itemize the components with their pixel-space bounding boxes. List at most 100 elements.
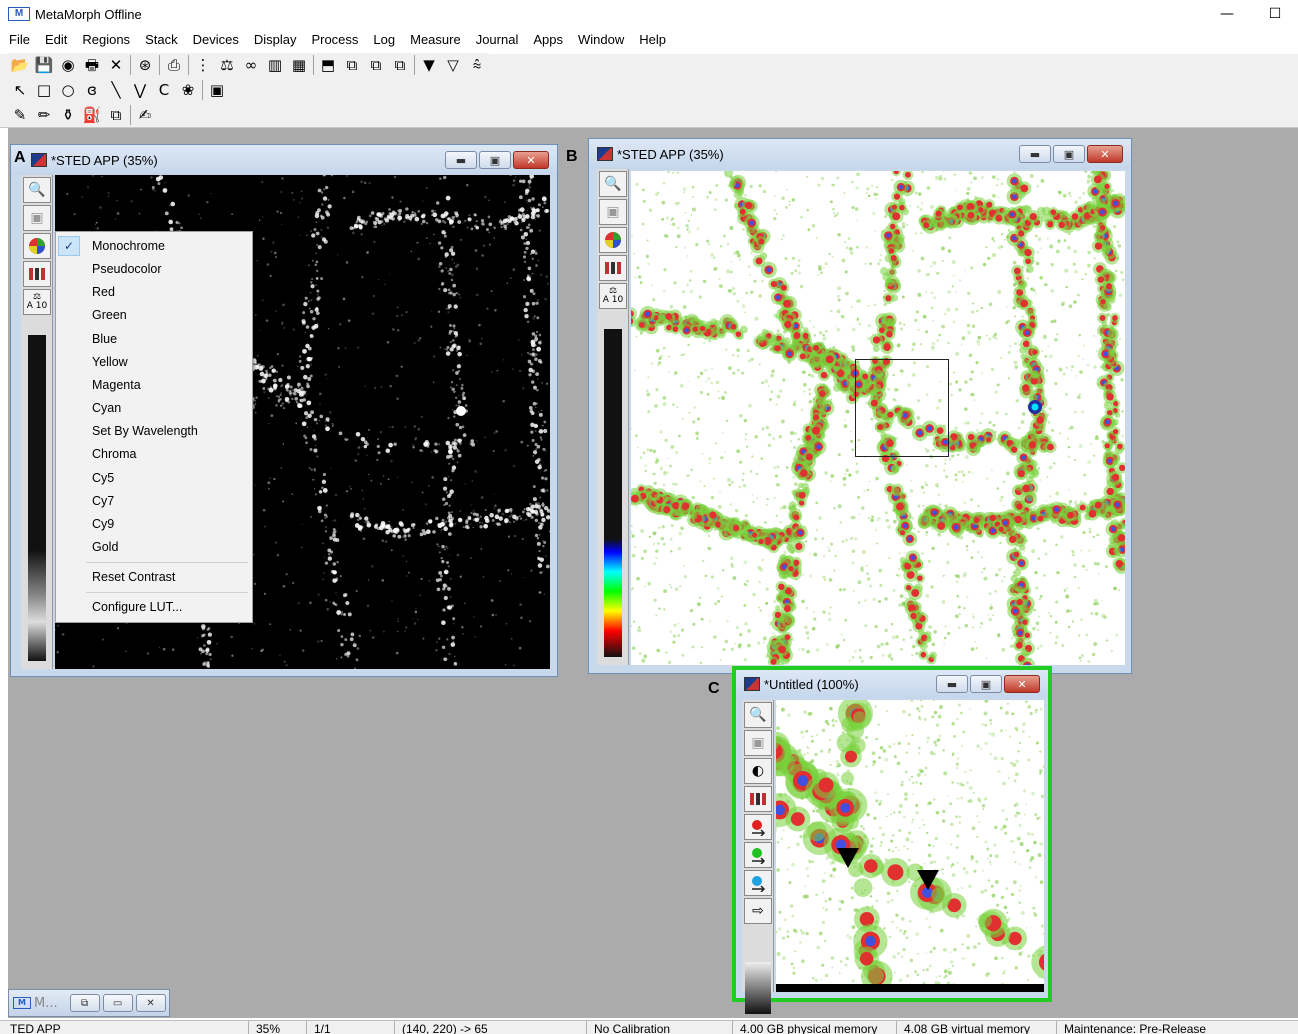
roi-rectangle[interactable] [855, 359, 949, 457]
menu-journal[interactable]: Journal [468, 30, 526, 50]
rectangle-tool-icon[interactable]: □ [32, 79, 56, 101]
histogram-icon[interactable]: ▥ [263, 54, 287, 76]
blue-channel-icon[interactable] [744, 870, 772, 896]
menu-measure[interactable]: Measure [402, 30, 468, 50]
region-color-icon[interactable]: ▣ [205, 79, 229, 101]
lut-bars-icon[interactable] [23, 261, 51, 287]
multi-3-icon[interactable]: ⧉ [388, 54, 412, 76]
menu-help[interactable]: Help [631, 30, 673, 50]
lut-menu-item-cy5[interactable]: Cy5 [56, 467, 252, 489]
minimized-restore-button[interactable]: ⧉ [69, 994, 100, 1012]
line-tool-icon[interactable]: ╲ [104, 79, 128, 101]
minimized-maximize-button[interactable]: ▭ [102, 994, 133, 1012]
menu-apps[interactable]: Apps [525, 30, 570, 50]
scale-icon[interactable]: ⚖ [215, 54, 239, 76]
window-b-titlebar[interactable]: *STED APP (35%) ▬ ▣ ✕ [589, 139, 1131, 169]
lut-scale-bar[interactable] [604, 329, 622, 657]
arrow-select-icon[interactable]: ↖ [8, 79, 32, 101]
window-a-restore-button[interactable]: ▣ [479, 151, 511, 169]
print-icon[interactable]: 🖶 [80, 54, 104, 76]
dropper-icon[interactable]: ⚱ [56, 104, 80, 126]
green-channel-icon[interactable] [744, 842, 772, 868]
menu-regions[interactable]: Regions [74, 30, 137, 50]
lut-menu-item-cy7[interactable]: Cy7 [56, 490, 252, 512]
fill-icon[interactable]: ⛽ [80, 104, 104, 126]
lut-bars-icon[interactable] [599, 255, 627, 281]
menu-stack[interactable]: Stack [137, 30, 185, 50]
window-c-restore-button[interactable]: ▣ [970, 675, 1002, 693]
zoom-icon[interactable]: 🔍 [744, 702, 772, 728]
auto-scale-button[interactable]: ⚖ A 10 [23, 289, 51, 315]
window-b-minimize-button[interactable]: ▬ [1019, 145, 1051, 163]
zoom-icon[interactable]: 🔍 [599, 171, 627, 197]
stack-icon[interactable]: ⋮ [191, 54, 215, 76]
arrange-2-icon[interactable]: ▽ [441, 54, 465, 76]
lut-scale-bar[interactable] [28, 335, 46, 661]
ellipse-tool-icon[interactable]: ○ [56, 79, 80, 101]
arc-tool-icon[interactable]: C [152, 79, 176, 101]
color-wheel-icon[interactable] [599, 227, 627, 253]
lut-menu-item-gold[interactable]: Gold [56, 536, 252, 558]
scroll-strip[interactable] [776, 984, 1044, 992]
image-b-pseudocolor[interactable] [631, 171, 1125, 665]
overlay-icon[interactable]: ▦ [287, 54, 311, 76]
target-icon[interactable]: ⊛ [133, 54, 157, 76]
save-icon[interactable]: 💾 [32, 54, 56, 76]
copy-icon[interactable]: ▣ [599, 199, 627, 225]
multi-1-icon[interactable]: ⧉ [340, 54, 364, 76]
menu-process[interactable]: Process [303, 30, 365, 50]
lut-menu-item-set-by-wavelength[interactable]: Set By Wavelength [56, 420, 252, 442]
lut-menu-item-cyan[interactable]: Cyan [56, 397, 252, 419]
close-x-icon[interactable]: ✕ [104, 54, 128, 76]
menu-window[interactable]: Window [570, 30, 631, 50]
color-wheel-icon[interactable] [23, 233, 51, 259]
lut-menu-item-pseudocolor[interactable]: Pseudocolor [56, 258, 252, 280]
lut-menu-item-chroma[interactable]: Chroma [56, 443, 252, 465]
lut-scale-bar[interactable] [745, 962, 771, 1014]
zoom-icon[interactable]: 🔍 [23, 177, 51, 203]
window-a-close-button[interactable]: ✕ [513, 151, 549, 169]
menu-file[interactable]: File [0, 30, 37, 50]
window-a-minimize-button[interactable]: ▬ [445, 151, 477, 169]
red-channel-icon[interactable] [744, 814, 772, 840]
reset-contrast-menu-item[interactable]: Reset Contrast [56, 566, 252, 588]
window-a-titlebar[interactable]: *STED APP (35%) ▬ ▣ ✕ [11, 145, 557, 175]
arrange-1-icon[interactable]: ▼ [417, 54, 441, 76]
multi-region-icon[interactable]: ❀ [176, 79, 200, 101]
pencil-yellow-icon[interactable]: ✏ [32, 104, 56, 126]
minimized-close-button[interactable]: ✕ [135, 994, 166, 1012]
menu-devices[interactable]: Devices [185, 30, 246, 50]
copy-region-icon[interactable]: ⧉ [104, 104, 128, 126]
menu-log[interactable]: Log [365, 30, 402, 50]
camera-icon[interactable]: ⎙ [162, 54, 186, 76]
lut-menu-item-magenta[interactable]: Magenta [56, 374, 252, 396]
contrast-icon[interactable]: ◐ [744, 758, 772, 784]
polyline-tool-icon[interactable]: ⋁ [128, 79, 152, 101]
multi-2-icon[interactable]: ⧉ [364, 54, 388, 76]
binoculars-icon[interactable]: ∞ [239, 54, 263, 76]
open-folder-icon[interactable]: 📂 [8, 54, 32, 76]
window-c-titlebar[interactable]: *Untitled (100%) ▬ ▣ ✕ [736, 670, 1048, 698]
image-c-zoom[interactable] [776, 700, 1044, 992]
lut-menu-item-monochrome[interactable]: ✓ Monochrome [56, 235, 252, 257]
pencil-icon[interactable]: ✎ [8, 104, 32, 126]
lut-bars-icon[interactable] [744, 786, 772, 812]
window-b-restore-button[interactable]: ▣ [1053, 145, 1085, 163]
menu-edit[interactable]: Edit [37, 30, 74, 50]
window-c-close-button[interactable]: ✕ [1004, 675, 1040, 693]
copy-icon[interactable]: ▣ [744, 730, 772, 756]
minimized-window[interactable]: M M... ⧉ ▭ ✕ [8, 989, 170, 1017]
window-c-minimize-button[interactable]: ▬ [936, 675, 968, 693]
app-maximize-button[interactable]: ☐ [1262, 4, 1288, 24]
copy-icon[interactable]: ▣ [23, 205, 51, 231]
lut-menu-item-red[interactable]: Red [56, 281, 252, 303]
arrange-3-icon[interactable]: ⩯ [465, 54, 489, 76]
app-minimize-button[interactable]: — [1214, 4, 1240, 24]
annotate-icon[interactable]: ✍ [133, 104, 157, 126]
lut-menu-item-yellow[interactable]: Yellow [56, 351, 252, 373]
lut-menu-item-green[interactable]: Green [56, 304, 252, 326]
configure-lut-menu-item[interactable]: Configure LUT... [56, 596, 252, 618]
window-b-close-button[interactable]: ✕ [1087, 145, 1123, 163]
lut-menu-item-cy9[interactable]: Cy9 [56, 513, 252, 535]
menu-display[interactable]: Display [246, 30, 304, 50]
